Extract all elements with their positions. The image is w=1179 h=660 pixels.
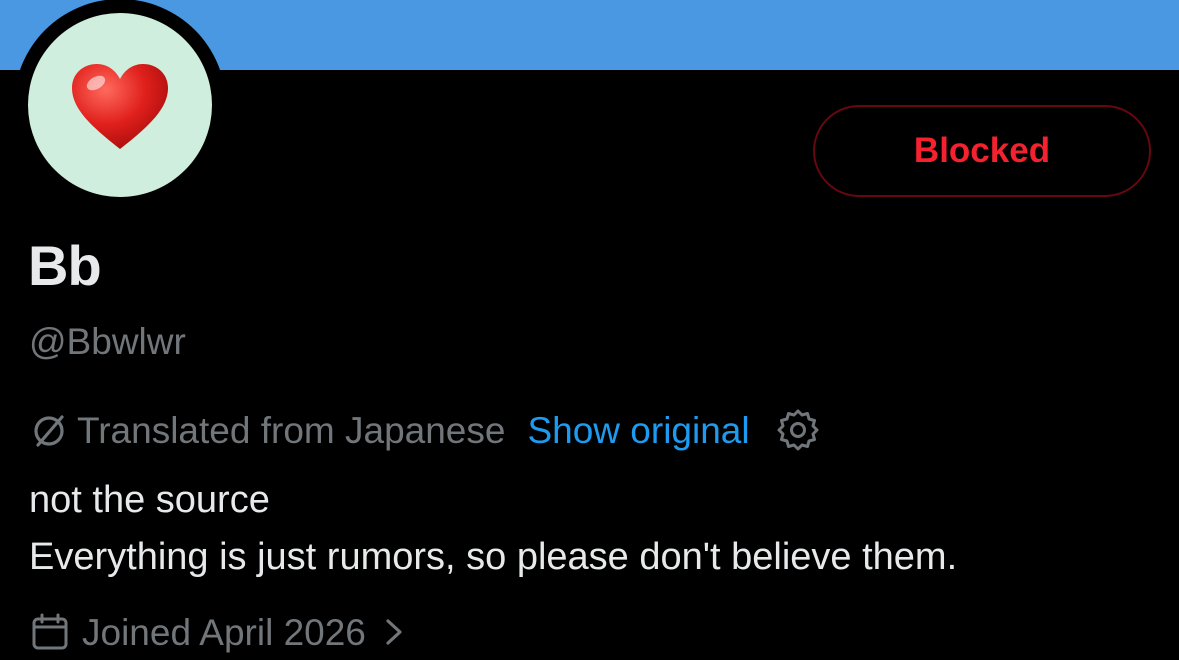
gear-icon[interactable] <box>776 408 820 452</box>
joined-date-label: Joined April 2026 <box>82 611 366 653</box>
avatar[interactable] <box>28 13 212 197</box>
show-original-link[interactable]: Show original <box>527 412 749 449</box>
bio-line-1: not the source <box>29 479 270 521</box>
bio-line-2: Everything is just rumors, so please don… <box>29 536 958 578</box>
profile-bio: not the source Everything is just rumors… <box>29 472 957 586</box>
joined-date-row[interactable]: Joined April 2026 <box>30 610 406 654</box>
translate-icon <box>34 415 64 447</box>
chevron-right-icon <box>386 619 402 645</box>
translated-from-label: Translated from Japanese <box>77 409 506 451</box>
translation-row: Translated from Japanese Show original <box>29 408 820 452</box>
display-name: Bb <box>28 234 102 297</box>
username-handle: @Bbwlwr <box>29 321 186 362</box>
heart-icon <box>72 64 168 149</box>
blocked-button[interactable]: Blocked <box>813 105 1151 197</box>
calendar-icon <box>32 613 68 650</box>
